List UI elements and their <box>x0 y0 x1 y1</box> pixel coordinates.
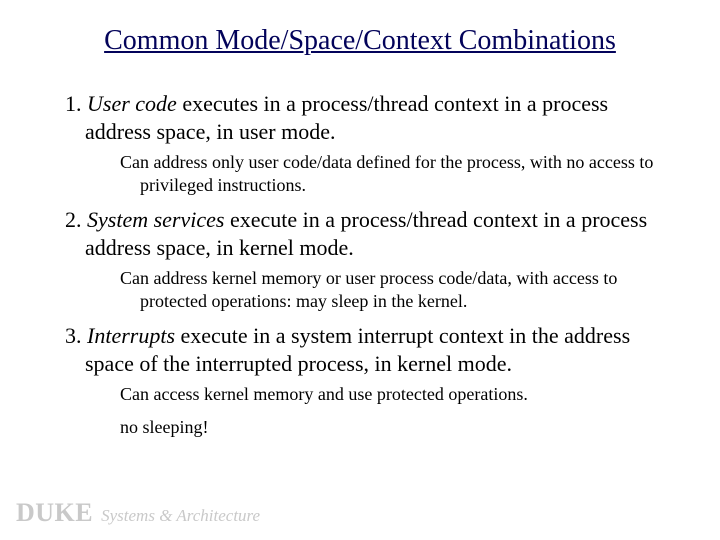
list-item: 2. System services execute in a process/… <box>65 206 660 312</box>
item-lead: User code <box>87 91 177 116</box>
item-sub: no sleeping! <box>85 416 660 439</box>
list-item: 1. User code executes in a process/threa… <box>65 90 660 196</box>
item-main-3: 3. Interrupts execute in a system interr… <box>65 322 660 377</box>
item-lead: Interrupts <box>87 323 175 348</box>
slide-body: 1. User code executes in a process/threa… <box>65 90 660 448</box>
item-main-2: 2. System services execute in a process/… <box>65 206 660 261</box>
slide: Common Mode/Space/Context Combinations 1… <box>0 0 720 540</box>
item-sub: Can access kernel memory and use protect… <box>85 383 660 406</box>
item-sub: Can address kernel memory or user proces… <box>85 267 660 312</box>
footer: DUKE Systems & Architecture <box>16 498 260 528</box>
item-number: 1. <box>65 91 87 116</box>
item-number: 3. <box>65 323 87 348</box>
item-sub: Can address only user code/data defined … <box>85 151 660 196</box>
item-number: 2. <box>65 207 87 232</box>
item-main-1: 1. User code executes in a process/threa… <box>65 90 660 145</box>
slide-title: Common Mode/Space/Context Combinations <box>0 25 720 57</box>
item-lead: System services <box>87 207 224 232</box>
list-item: 3. Interrupts execute in a system interr… <box>65 322 660 438</box>
footer-subtitle: Systems & Architecture <box>101 506 260 526</box>
footer-brand: DUKE <box>16 498 93 528</box>
